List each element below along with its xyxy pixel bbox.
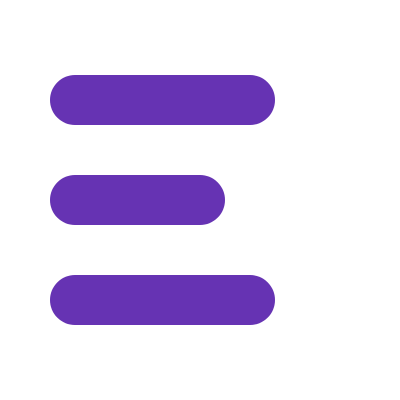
menu-line-middle	[50, 175, 225, 225]
menu-lines-icon	[0, 0, 400, 400]
menu-line-bottom	[50, 275, 275, 325]
menu-line-top	[50, 75, 275, 125]
